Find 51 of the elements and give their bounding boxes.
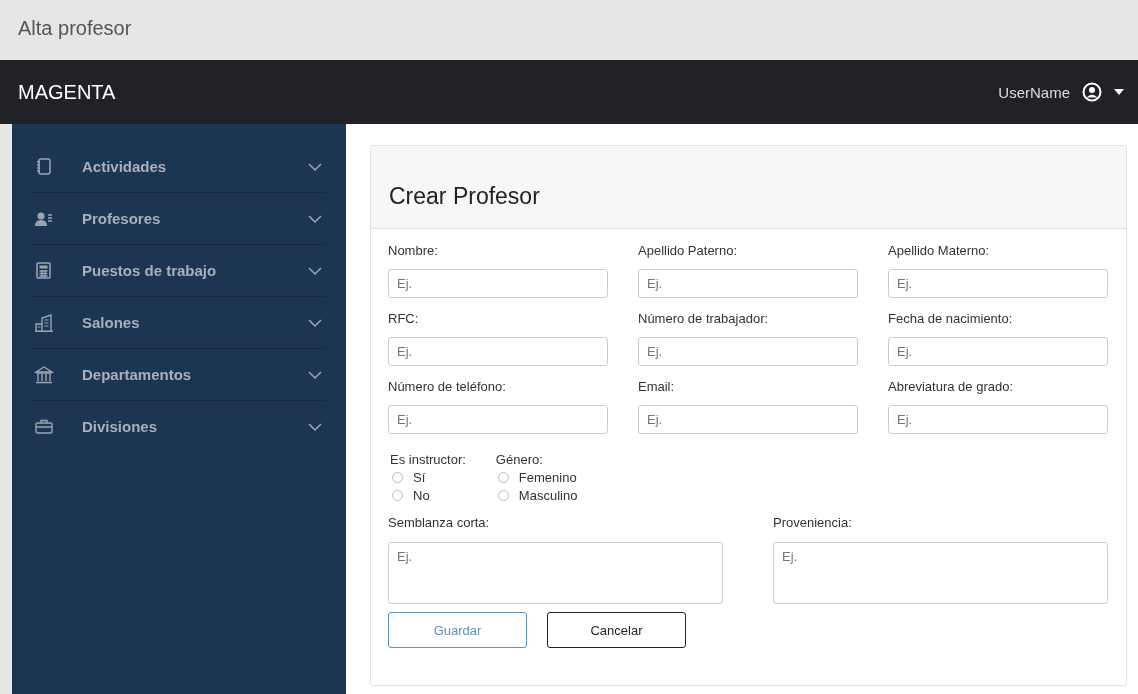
field-label: Semblanza corta:	[388, 515, 491, 530]
save-button[interactable]: Guardar	[388, 612, 527, 648]
chevron-down-icon[interactable]	[308, 162, 322, 171]
input-field[interactable]: Ej.	[638, 269, 858, 298]
caret-icon[interactable]	[1114, 89, 1124, 95]
input-field[interactable]: Ej.	[888, 269, 1108, 298]
chevron-down-icon[interactable]	[308, 214, 322, 223]
form-title: Crear Profesor	[389, 183, 540, 210]
buildings-icon	[32, 313, 56, 332]
input-field[interactable]: Ej.	[388, 405, 608, 434]
radio-label: Masculino	[518, 488, 578, 503]
sidebar-item[interactable]: Salones	[32, 297, 326, 349]
input-field[interactable]: Ej.	[888, 337, 1108, 366]
sidebar-item[interactable]: Divisiones	[32, 401, 326, 452]
brand-name: MAGENTA	[18, 80, 116, 104]
field-label: Apellido Materno:	[888, 243, 991, 258]
chevron-down-icon[interactable]	[308, 318, 322, 327]
radio-label: Sí	[413, 470, 426, 485]
input-field[interactable]: Ej.	[638, 337, 858, 366]
chevron-down-icon[interactable]	[308, 370, 322, 379]
field-label: Número de teléfono:	[388, 379, 507, 394]
radio-label: Femenino	[518, 470, 577, 485]
sidebar-item[interactable]: Profesores	[32, 193, 326, 245]
radio-group-label: Género:	[495, 452, 544, 467]
field-label: Email:	[638, 379, 676, 394]
field-label: Fecha de nacimiento:	[888, 311, 1014, 326]
text-area[interactable]: Ej.	[388, 542, 723, 604]
field-label: Número de trabajador:	[638, 311, 770, 326]
radio-group-label: Es instructor:	[390, 452, 466, 467]
sidebar-item[interactable]: Puestos de trabajo	[32, 245, 326, 297]
field-label: Apellido Paterno:	[638, 243, 738, 258]
input-field[interactable]: Ej.	[388, 337, 608, 366]
briefcase-icon	[32, 419, 56, 434]
field-label: Abreviatura de grado:	[888, 379, 1015, 394]
sidebar-item[interactable]: Departamentos	[32, 349, 326, 401]
chevron-down-icon[interactable]	[308, 266, 322, 275]
input-field[interactable]: Ej.	[888, 405, 1108, 434]
user-avatar-icon[interactable]	[1082, 82, 1102, 102]
input-field[interactable]: Ej.	[638, 405, 858, 434]
input-field[interactable]: Ej.	[388, 269, 608, 298]
window-title: Alta profesor	[18, 16, 132, 40]
radio-label: No	[413, 488, 430, 503]
sidebar-item[interactable]: Actividades	[32, 141, 326, 193]
field-label: RFC:	[388, 311, 420, 326]
cancel-button[interactable]: Cancelar	[547, 612, 686, 648]
field-label: Nombre:	[388, 243, 439, 258]
bank-icon	[32, 365, 56, 384]
text-area[interactable]: Ej.	[773, 542, 1108, 604]
user-name[interactable]: UserName	[998, 83, 1070, 101]
field-label: Proveniencia:	[773, 515, 853, 530]
chevron-down-icon[interactable]	[308, 422, 322, 431]
